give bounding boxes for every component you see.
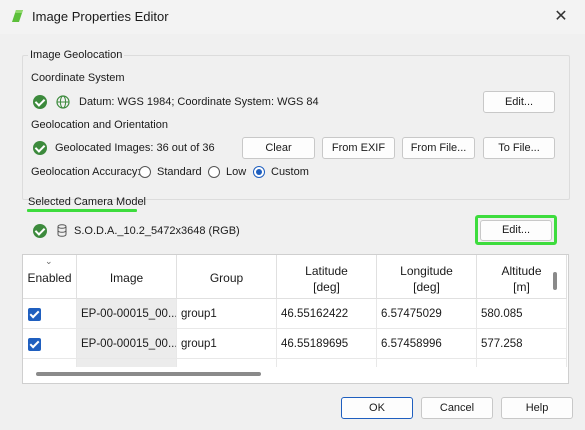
images-table: ⌄ Enabled Image Group Latitude [deg] Long… — [22, 254, 569, 384]
row-1-enabled-checkbox[interactable] — [28, 308, 41, 321]
accuracy-custom-label[interactable]: Custom — [271, 166, 309, 178]
table-row-2-altitude[interactable]: 577.258 — [477, 329, 567, 359]
coordinate-system-value: Datum: WGS 1984; Coordinate System: WGS … — [79, 96, 319, 108]
database-icon — [57, 224, 67, 237]
to-file-button[interactable]: To File... — [483, 137, 555, 159]
horizontal-scrollbar-thumb[interactable] — [36, 372, 261, 376]
table-row-1-enabled-cell — [23, 299, 77, 329]
camera-model-heading: Selected Camera Model — [28, 196, 147, 208]
app-logo-icon — [12, 10, 23, 22]
accuracy-low-radio[interactable] — [208, 166, 220, 178]
coordinate-system-edit-button[interactable]: Edit... — [483, 91, 555, 113]
from-file-button[interactable]: From File... — [402, 137, 475, 159]
accuracy-standard-label[interactable]: Standard — [157, 166, 202, 178]
sort-indicator-icon: ⌄ — [45, 256, 53, 266]
column-header-group[interactable]: Group — [177, 255, 277, 299]
vertical-scrollbar-thumb[interactable] — [553, 272, 557, 290]
table-row-1-image[interactable]: EP-00-00015_00... — [77, 299, 177, 329]
help-button[interactable]: Help — [501, 397, 573, 419]
from-exif-button[interactable]: From EXIF — [322, 137, 395, 159]
column-header-latitude[interactable]: Latitude [deg] — [277, 255, 377, 299]
table-row-1-latitude[interactable]: 46.55162422 — [277, 299, 377, 329]
table-row-2-latitude[interactable]: 46.55189695 — [277, 329, 377, 359]
column-header-enabled[interactable]: ⌄ Enabled — [23, 255, 77, 299]
cancel-button[interactable]: Cancel — [421, 397, 493, 419]
accuracy-low-label[interactable]: Low — [226, 166, 246, 178]
table-row-2-group[interactable]: group1 — [177, 329, 277, 359]
table-row-1-group[interactable]: group1 — [177, 299, 277, 329]
coordinate-system-ok-icon — [33, 95, 47, 109]
camera-heading-highlight — [27, 209, 137, 212]
accuracy-custom-radio[interactable] — [253, 166, 265, 178]
camera-model-value: S.O.D.A._10.2_5472x3648 (RGB) — [74, 225, 240, 237]
camera-edit-button[interactable]: Edit... — [480, 220, 552, 241]
table-row-1-longitude[interactable]: 6.57475029 — [377, 299, 477, 329]
orientation-ok-icon — [33, 141, 47, 155]
table-row-2-longitude[interactable]: 6.57458996 — [377, 329, 477, 359]
table-row-2-enabled-cell — [23, 329, 77, 359]
column-header-image[interactable]: Image — [77, 255, 177, 299]
accuracy-standard-radio[interactable] — [139, 166, 151, 178]
ok-button[interactable]: OK — [341, 397, 413, 419]
clear-button[interactable]: Clear — [242, 137, 315, 159]
geolocation-group-title: Image Geolocation — [28, 49, 125, 61]
table-row-2-image[interactable]: EP-00-00015_00... — [77, 329, 177, 359]
camera-ok-icon — [33, 224, 47, 238]
window-title: Image Properties Editor — [32, 9, 169, 24]
coordinate-system-heading: Coordinate System — [31, 72, 125, 84]
table-row-1-altitude[interactable]: 580.085 — [477, 299, 567, 329]
column-header-longitude[interactable]: Longitude [deg] — [377, 255, 477, 299]
globe-icon — [56, 95, 70, 109]
geolocated-images-status: Geolocated Images: 36 out of 36 — [55, 142, 215, 154]
accuracy-label: Geolocation Accuracy: — [31, 166, 141, 178]
close-icon[interactable]: ✕ — [550, 6, 572, 28]
orientation-heading: Geolocation and Orientation — [31, 119, 168, 131]
row-2-enabled-checkbox[interactable] — [28, 338, 41, 351]
